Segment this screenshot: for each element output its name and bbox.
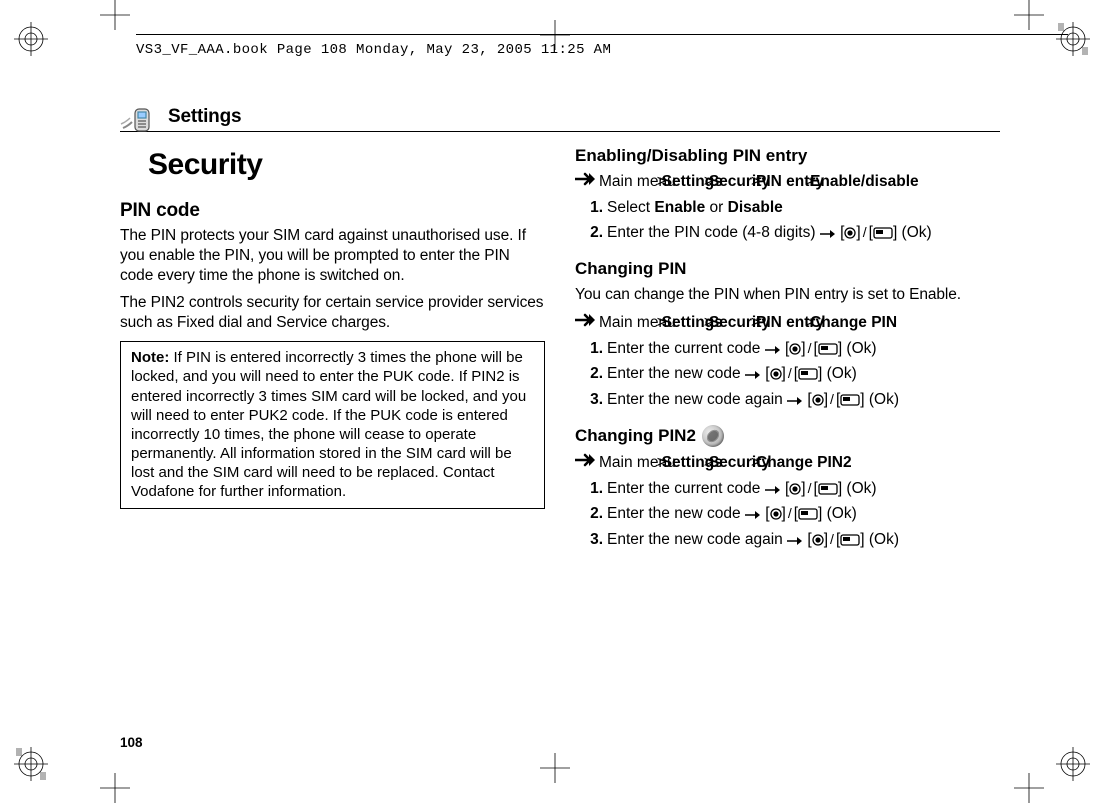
step-item: Enter the current code []/[] (Ok) [607, 478, 1000, 500]
arrow-right-icon [820, 229, 836, 239]
navpath-enable: Main menu > Settings > Security > PIN en… [575, 172, 1000, 193]
left-column: Security PIN code The PIN protects your … [120, 142, 545, 565]
slash: / [786, 365, 794, 381]
arrow-right-icon [765, 345, 781, 355]
softkey-icon [873, 227, 893, 239]
note-body: If PIN is entered incorrectly 3 times th… [131, 349, 526, 500]
nav-enable-disable: Enable/disable [834, 172, 919, 193]
steps-change-pin: Enter the current code []/[] (Ok) Enter … [575, 338, 1000, 411]
step-text: Select [607, 199, 654, 216]
navpath-change-pin2: Main menu > Settings > Security > Change… [575, 453, 1000, 474]
page-title: Security [148, 148, 545, 182]
step-item: Enter the new code again []/[] (Ok) [607, 389, 1000, 411]
circle-key-icon [812, 394, 824, 406]
nav-change-pin: Change PIN [834, 313, 897, 334]
steps-enable: Select Enable or Disable Enter the PIN c… [575, 197, 1000, 245]
slash: / [861, 224, 869, 240]
register-target-br [1056, 747, 1090, 781]
step-text: Enter the new code [607, 365, 745, 382]
softkey-icon [840, 534, 860, 546]
nav-change-pin2: Change PIN2 [780, 453, 852, 474]
circle-key-icon [844, 227, 856, 239]
ok-label: (Ok) [865, 531, 899, 548]
arrow-right-icon [787, 536, 803, 546]
arrow-right-icon [745, 510, 761, 520]
pin-code-paragraph-2: The PIN2 controls security for certain s… [120, 293, 545, 333]
heading-enable-disable: Enabling/Disabling PIN entry [575, 146, 1000, 166]
disable-label: Disable [728, 199, 783, 216]
arrow-right-icon [787, 396, 803, 406]
softkey-icon [840, 394, 860, 406]
softkey-icon [798, 508, 818, 520]
circle-key-icon [789, 483, 801, 495]
slash: / [828, 391, 836, 407]
page-number: 108 [120, 735, 143, 750]
step-text: Enter the PIN code (4-8 digits) [607, 224, 820, 241]
crop-top-2 [1014, 0, 1044, 30]
change-pin-paragraph: You can change the PIN when PIN entry is… [575, 285, 1000, 305]
step-text: Enter the new code again [607, 531, 787, 548]
step-item: Enter the new code []/[] (Ok) [607, 363, 1000, 385]
softkey-icon [818, 483, 838, 495]
phone-device-icon [120, 104, 156, 132]
ok-label: (Ok) [822, 505, 856, 522]
softkey-icon [818, 343, 838, 355]
step-item: Enter the new code again []/[] (Ok) [607, 529, 1000, 551]
ok-label: (Ok) [842, 340, 876, 357]
note-box: Note: If PIN is entered incorrectly 3 ti… [120, 341, 545, 509]
step-text: Enter the new code again [607, 391, 787, 408]
heading-change-pin2-text: Changing PIN2 [575, 426, 696, 446]
ok-label: (Ok) [897, 224, 931, 241]
step-text: Enter the current code [607, 340, 765, 357]
navpath-change-pin: Main menu > Settings > Security > PIN en… [575, 313, 1000, 334]
slash: / [786, 505, 794, 521]
register-target-tl [14, 22, 48, 56]
heading-change-pin: Changing PIN [575, 259, 1000, 279]
step-item: Select Enable or Disable [607, 197, 1000, 219]
step-item: Enter the new code []/[] (Ok) [607, 503, 1000, 525]
pin-code-paragraph-1: The PIN protects your SIM card against u… [120, 226, 545, 285]
step-text: Enter the current code [607, 480, 765, 497]
arrow-right-icon [765, 485, 781, 495]
step-item: Enter the current code []/[] (Ok) [607, 338, 1000, 360]
feature-badge-icon [702, 425, 724, 447]
circle-key-icon [812, 534, 824, 546]
steps-change-pin2: Enter the current code []/[] (Ok) Enter … [575, 478, 1000, 551]
arrow-right-icon [745, 370, 761, 380]
step-text: Enter the new code [607, 505, 745, 522]
section-heading-text: Settings [168, 106, 241, 128]
circle-key-icon [789, 343, 801, 355]
slash: / [806, 480, 814, 496]
heading-pin-code: PIN code [120, 200, 545, 222]
step-item: Enter the PIN code (4-8 digits) []/[] (O… [607, 222, 1000, 244]
ok-label: (Ok) [842, 480, 876, 497]
ok-label: (Ok) [865, 391, 899, 408]
print-header-line: VS3_VF_AAA.book Page 108 Monday, May 23,… [136, 34, 1068, 64]
section-heading: Settings [120, 100, 1000, 132]
crop-bottom-1 [100, 773, 130, 803]
circle-key-icon [770, 368, 782, 380]
step-text: or [705, 199, 727, 216]
bracket-close: ] [801, 480, 805, 497]
note-label: Note: [131, 349, 169, 366]
enable-label: Enable [654, 199, 705, 216]
register-target-bl [14, 747, 48, 781]
circle-key-icon [770, 508, 782, 520]
bracket-close: ] [801, 340, 805, 357]
print-header-text: VS3_VF_AAA.book Page 108 Monday, May 23,… [136, 42, 611, 58]
ok-label: (Ok) [822, 365, 856, 382]
heading-change-pin2: Changing PIN2 [575, 425, 1000, 447]
slash: / [806, 340, 814, 356]
crop-bottom-2 [1014, 773, 1044, 803]
crop-top-1 [100, 0, 130, 30]
softkey-icon [798, 368, 818, 380]
right-column: Enabling/Disabling PIN entry Main menu >… [575, 142, 1000, 565]
slash: / [828, 531, 836, 547]
